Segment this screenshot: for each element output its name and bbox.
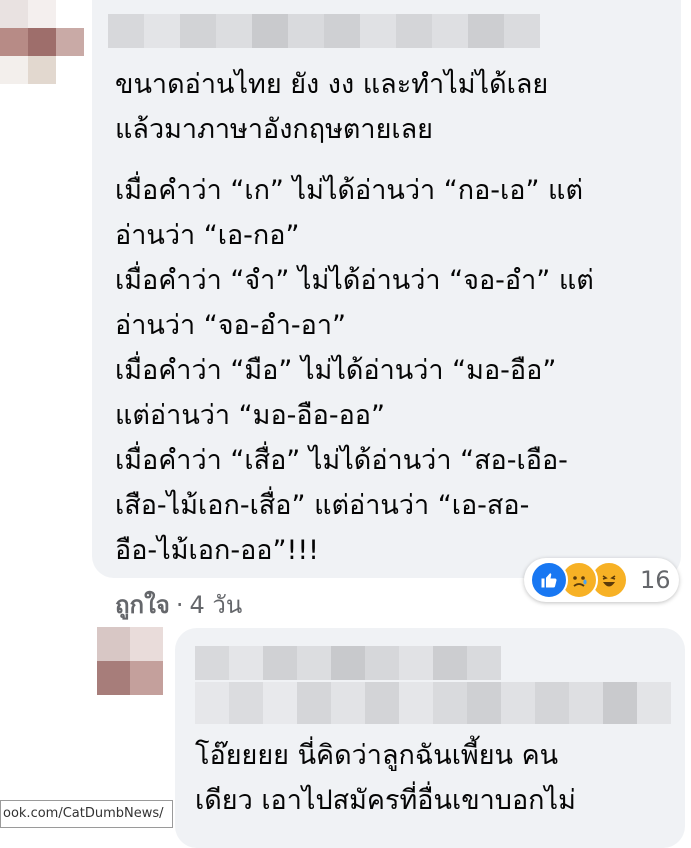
- comment-text-paragraph-1: ขนาดอ่านไทย ยัง งง และทำไม่ได้เลย แล้วมา…: [115, 69, 549, 145]
- comment-text-paragraph-2: เมื่อคำว่า “เก” ไม่ได้อ่านว่า “กอ-เอ” แต…: [115, 175, 594, 566]
- like-icon: [530, 561, 568, 599]
- reply-avatar[interactable]: [97, 627, 163, 695]
- commenter-name-redacted[interactable]: [108, 14, 540, 48]
- source-watermark: ook.com/CatDumbNews/: [0, 800, 173, 828]
- like-button[interactable]: ถูกใจ: [115, 585, 170, 624]
- reaction-count: 16: [640, 566, 671, 594]
- reaction-summary[interactable]: 16: [524, 558, 679, 602]
- reply-quoted-text-redacted: [195, 682, 671, 724]
- reply-text: โอ๊ยยยย นี่คิดว่าลูกฉันเพี้ยน คน เดียว เ…: [195, 740, 576, 816]
- reply-name-redacted[interactable]: [195, 646, 501, 680]
- commenter-avatar[interactable]: [0, 0, 84, 86]
- comment-meta-row: ถูกใจ · 4 วัน: [115, 585, 242, 624]
- meta-separator: ·: [175, 590, 184, 619]
- comment-timestamp[interactable]: 4 วัน: [189, 585, 242, 624]
